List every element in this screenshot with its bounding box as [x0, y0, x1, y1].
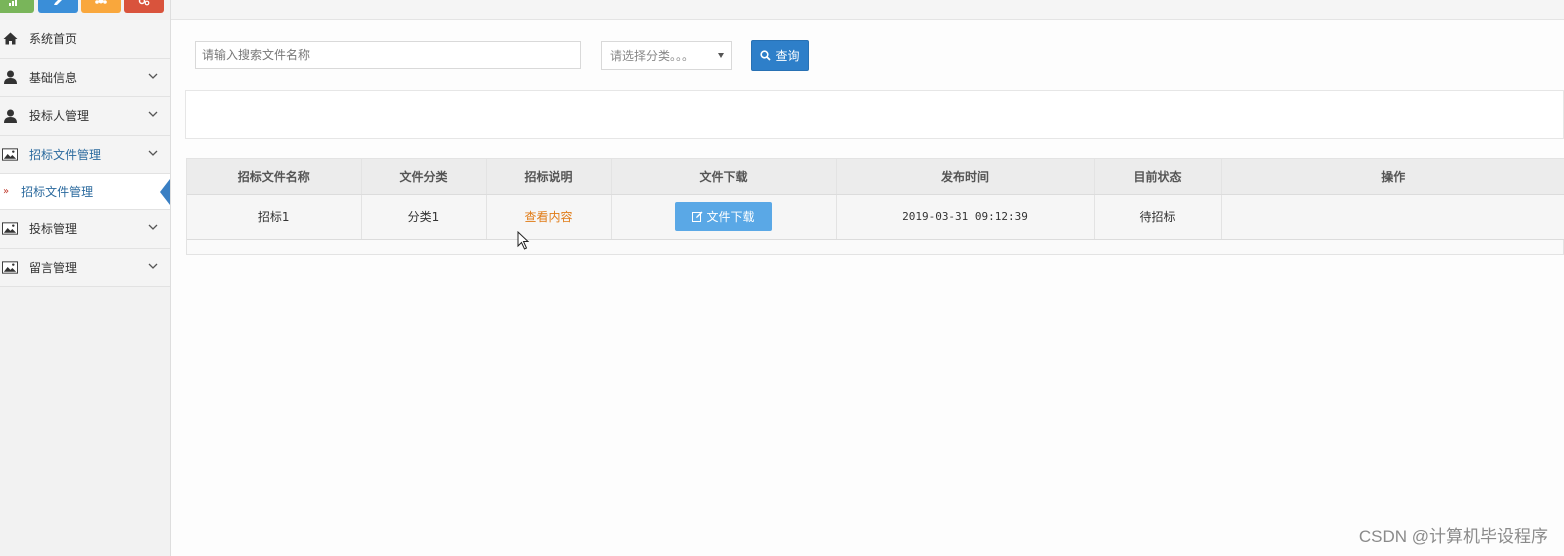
table-header-row: 招标文件名称 文件分类 招标说明 文件下载 发布时间 目前状态 操作: [187, 159, 1564, 195]
sidebar-item-messages[interactable]: 留言管理: [0, 248, 170, 287]
sidebar: 系统首页 基础信息 投标人管理 招标文件管理 » 招标文件管理 投标管理 留言管…: [0, 0, 171, 556]
sidebar-item-label: 系统首页: [29, 32, 78, 47]
shortcut-stats-button[interactable]: [0, 0, 34, 13]
sidebar-item-label: 留言管理: [29, 260, 78, 275]
shortcut-settings-button[interactable]: [124, 0, 164, 13]
chevron-down-icon: [148, 263, 158, 269]
info-panel: [185, 90, 1564, 139]
picture-icon: [2, 147, 18, 161]
chevron-down-icon: [148, 73, 158, 79]
bar-chart-icon: [9, 0, 19, 9]
picture-icon: [2, 222, 18, 236]
cell-description: 查看内容: [486, 194, 612, 240]
column-header: 文件下载: [611, 159, 837, 195]
column-header: 操作: [1221, 159, 1564, 195]
search-input[interactable]: [195, 41, 581, 69]
cell-published-time: 2019-03-31 09:12:39: [836, 194, 1095, 240]
cell-actions: [1221, 194, 1564, 240]
sidebar-item-home[interactable]: 系统首页: [0, 20, 170, 59]
column-header: 文件分类: [361, 159, 487, 195]
sidebar-item-bidder-management[interactable]: 投标人管理: [0, 97, 170, 136]
sidebar-item-bid-management[interactable]: 投标管理: [0, 210, 170, 249]
users-icon: [95, 0, 107, 9]
sidebar-item-tender-docs[interactable]: 招标文件管理: [0, 135, 170, 174]
search-icon: [760, 50, 772, 61]
category-select[interactable]: 请选择分类。。。: [601, 41, 732, 70]
column-header: 发布时间: [836, 159, 1095, 195]
file-download-button[interactable]: 文件下载: [675, 202, 772, 231]
caret-down-icon: [718, 53, 724, 58]
watermark: CSDN @计算机毕设程序: [1358, 527, 1548, 546]
cell-category: 分类1: [361, 194, 487, 240]
active-indicator: [160, 179, 170, 205]
sidebar-subitem-tender-docs[interactable]: » 招标文件管理: [0, 174, 170, 210]
column-header: 目前状态: [1094, 159, 1222, 195]
pencil-icon: [53, 0, 63, 9]
sidebar-subitem-label: 招标文件管理: [21, 185, 94, 199]
column-header: 招标说明: [486, 159, 612, 195]
mouse-cursor-icon: [517, 231, 530, 250]
tender-docs-table: 招标文件名称 文件分类 招标说明 文件下载 发布时间 目前状态 操作 招标1 分…: [186, 158, 1564, 255]
table-row: 招标1 分类1 查看内容 文件下载 2019-03-31 09:12:39 待招…: [187, 194, 1564, 240]
view-content-link[interactable]: 查看内容: [524, 210, 572, 224]
sidebar-menu: 系统首页 基础信息 投标人管理 招标文件管理 » 招标文件管理 投标管理 留言管…: [0, 20, 170, 287]
file-download-label: 文件下载: [706, 210, 755, 224]
column-header: 招标文件名称: [187, 159, 362, 195]
double-chevron-right-icon: »: [3, 186, 10, 197]
sidebar-item-label: 投标管理: [29, 222, 78, 237]
cell-name: 招标1: [187, 194, 362, 240]
sidebar-item-label: 投标人管理: [29, 109, 90, 124]
sidebar-item-label: 基础信息: [29, 70, 78, 85]
top-bar: [171, 0, 1564, 20]
shortcut-users-button[interactable]: [81, 0, 121, 13]
cell-status: 待招标: [1094, 194, 1222, 240]
edit-icon: [692, 211, 703, 222]
home-icon: [2, 32, 18, 46]
user-icon: [2, 70, 18, 85]
picture-icon: [2, 260, 18, 274]
chevron-down-icon: [148, 224, 158, 230]
shortcut-bar: [0, 0, 171, 20]
sidebar-item-basic-info[interactable]: 基础信息: [0, 58, 170, 97]
query-button[interactable]: 查询: [751, 40, 809, 71]
user-icon: [2, 109, 18, 123]
gears-icon: [138, 0, 150, 9]
shortcut-edit-button[interactable]: [38, 0, 78, 13]
chevron-down-icon: [148, 111, 158, 117]
chevron-down-icon: [148, 150, 158, 156]
cell-download: 文件下载: [611, 194, 837, 240]
query-button-label: 查询: [775, 49, 800, 63]
category-select-value: 请选择分类。。。: [610, 49, 695, 63]
sidebar-item-label: 招标文件管理: [29, 147, 102, 162]
